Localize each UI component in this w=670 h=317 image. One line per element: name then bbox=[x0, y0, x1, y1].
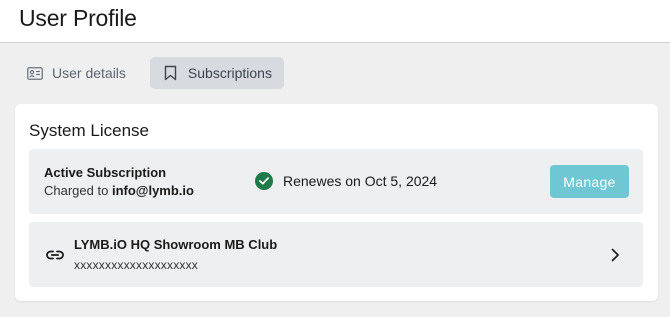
tab-user-details[interactable]: User details bbox=[14, 57, 138, 89]
subscription-label: Active Subscription bbox=[44, 165, 167, 180]
manage-button[interactable]: Manage bbox=[550, 165, 629, 198]
page-title: User Profile bbox=[19, 5, 137, 31]
page-header: User Profile bbox=[0, 0, 670, 43]
linked-item-title: LYMB.iO HQ Showroom MB Club bbox=[74, 237, 278, 252]
charged-to-text: Charged to info@lymb.io bbox=[44, 183, 194, 198]
linked-item-subtitle: xxxxxxxxxxxxxxxxxxxx bbox=[74, 258, 198, 272]
card-title: System License bbox=[29, 121, 149, 140]
renewal-text: Renewes on Oct 5, 2024 bbox=[283, 173, 438, 189]
tab-subscriptions-label: Subscriptions bbox=[187, 65, 272, 81]
charged-prefix: Charged to bbox=[44, 183, 109, 198]
tab-user-details-label: User details bbox=[52, 65, 126, 81]
charged-email: info@lymb.io bbox=[111, 183, 194, 198]
renewal-status: Renewes on Oct 5, 2024 bbox=[255, 172, 437, 190]
subscription-row: Active Subscription Charged to info@lymb… bbox=[29, 149, 643, 214]
id-card-icon bbox=[26, 64, 44, 82]
bookmark-icon bbox=[162, 64, 180, 82]
linked-item-row[interactable]: LYMB.iO HQ Showroom MB Club xxxxxxxxxxxx… bbox=[29, 222, 643, 287]
tab-bar: User details Subscriptions bbox=[14, 57, 284, 89]
chevron-right-icon[interactable] bbox=[609, 247, 621, 263]
system-license-card: System License Active Subscription Charg… bbox=[15, 104, 658, 301]
link-icon bbox=[45, 245, 65, 265]
check-circle-icon bbox=[255, 172, 273, 190]
tab-subscriptions[interactable]: Subscriptions bbox=[149, 57, 284, 89]
